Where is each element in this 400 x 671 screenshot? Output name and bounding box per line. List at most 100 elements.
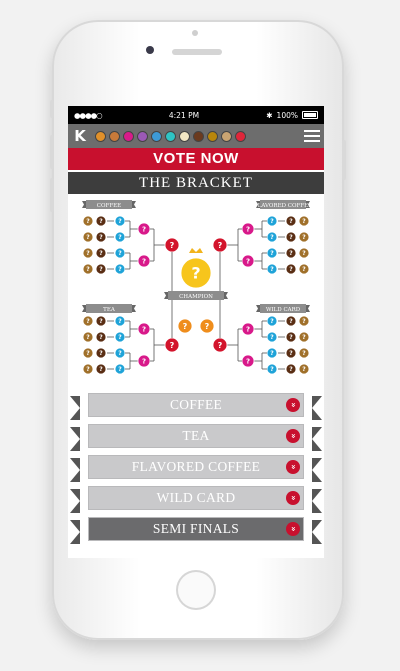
ribbon-tail-left <box>70 458 80 482</box>
chevron-down-icon[interactable]: » <box>286 522 300 536</box>
volume-up-button <box>50 135 54 169</box>
chevron-down-icon[interactable]: » <box>286 398 300 412</box>
seed-node-mark: ? <box>289 218 293 225</box>
wild-card-ribbon-text: WILD CARD <box>266 307 301 313</box>
ribbon-tail-left <box>70 489 80 513</box>
round1-node-mark: ? <box>118 250 122 257</box>
color-dot-1[interactable] <box>109 130 120 142</box>
category-label[interactable]: WILD CARD <box>88 486 304 510</box>
seed-node-mark: ? <box>86 218 90 225</box>
wild-card-ribbon-tail-left <box>256 305 260 312</box>
round2-node-mark: ? <box>246 357 250 365</box>
color-dot-8[interactable] <box>207 130 218 142</box>
flavored-coffee-ribbon-text: FLAVORED COFFEE <box>254 203 312 209</box>
ribbon-tail-left <box>70 396 80 420</box>
coffee-ribbon-tail-right <box>132 201 136 208</box>
bluetooth-icon: ✱ <box>266 110 273 120</box>
seed-node-mark: ? <box>99 318 103 325</box>
chevron-down-icon[interactable]: » <box>286 460 300 474</box>
tea-ribbon-tail-left <box>82 305 86 312</box>
seed-node-mark: ? <box>302 350 306 357</box>
chevron-down-icon[interactable]: » <box>286 429 300 443</box>
category-label[interactable]: TEA <box>88 424 304 448</box>
color-dot-0[interactable] <box>95 130 106 142</box>
color-dot-9[interactable] <box>221 130 232 142</box>
seed-node-mark: ? <box>302 218 306 225</box>
champion-node-mark: ? <box>191 264 200 283</box>
bracket-title: THE BRACKET <box>68 170 324 194</box>
category-label[interactable]: COFFEE <box>88 393 304 417</box>
vote-now-button[interactable]: VOTE NOW <box>68 148 324 170</box>
category-banner-0[interactable]: COFFEE» <box>68 393 324 420</box>
category-banner-3[interactable]: WILD CARD» <box>68 486 324 513</box>
seed-node-mark: ? <box>99 350 103 357</box>
ribbon-tail-right <box>312 520 322 544</box>
champion-ribbon-text: CHAMPION <box>179 294 213 300</box>
round1-node-mark: ? <box>270 350 274 357</box>
seed-node-mark: ? <box>289 334 293 341</box>
quarter-node-mark: ? <box>218 241 223 250</box>
earpiece-speaker <box>172 49 222 55</box>
champion-ribbon-tail-left <box>164 292 168 299</box>
seed-node-mark: ? <box>289 266 293 273</box>
round2-node-mark: ? <box>142 225 146 233</box>
seed-node-mark: ? <box>289 234 293 241</box>
round2-node-mark: ? <box>246 257 250 265</box>
round2-node-mark: ? <box>246 225 250 233</box>
quarter-node-mark: ? <box>170 341 175 350</box>
category-banner-2[interactable]: FLAVORED COFFEE» <box>68 455 324 482</box>
color-dot-4[interactable] <box>151 130 162 142</box>
round1-node-mark: ? <box>270 334 274 341</box>
ribbon-tail-right <box>312 427 322 451</box>
ribbon-tail-left <box>70 520 80 544</box>
bracket-diagram: COFFEE FLAVORED COFFEE TEA WILD CARD???????… <box>68 194 324 389</box>
category-label[interactable]: FLAVORED COFFEE <box>88 455 304 479</box>
seed-node-mark: ? <box>86 350 90 357</box>
seed-node-mark: ? <box>99 334 103 341</box>
battery-icon <box>302 111 318 119</box>
seed-node-mark: ? <box>302 250 306 257</box>
front-camera <box>146 46 154 54</box>
round2-node-mark: ? <box>142 357 146 365</box>
signal-indicator: ●●●●○ <box>74 110 103 120</box>
color-dot-5[interactable] <box>165 130 176 142</box>
category-banner-1[interactable]: TEA» <box>68 424 324 451</box>
seed-node-mark: ? <box>99 250 103 257</box>
seed-node-mark: ? <box>86 250 90 257</box>
round1-node-mark: ? <box>270 318 274 325</box>
seed-node-mark: ? <box>302 266 306 273</box>
volume-down-button <box>50 178 54 212</box>
category-list: COFFEE» TEA» FLAVORED COFFEE» WILD CARD» SEM… <box>68 389 324 544</box>
round2-node-mark: ? <box>142 325 146 333</box>
color-dot-7[interactable] <box>193 130 204 142</box>
round1-node-mark: ? <box>118 366 122 373</box>
category-label[interactable]: SEMI FINALS <box>88 517 304 541</box>
seed-node-mark: ? <box>289 250 293 257</box>
hamburger-menu-icon[interactable] <box>304 130 320 142</box>
round1-node-mark: ? <box>118 266 122 273</box>
color-dot-6[interactable] <box>179 130 190 142</box>
seed-node-mark: ? <box>86 234 90 241</box>
app-logo[interactable]: K <box>72 128 88 144</box>
color-filter-row <box>95 130 246 142</box>
coffee-ribbon-text: COFFEE <box>97 203 121 209</box>
battery-percent: 100% <box>276 110 298 120</box>
proximity-sensor <box>192 30 198 36</box>
chevron-down-icon[interactable]: » <box>286 491 300 505</box>
color-dot-3[interactable] <box>137 130 148 142</box>
seed-node-mark: ? <box>99 266 103 273</box>
color-dot-2[interactable] <box>123 130 134 142</box>
seed-node-mark: ? <box>86 334 90 341</box>
round1-node-mark: ? <box>270 218 274 225</box>
home-button[interactable] <box>176 570 216 610</box>
seed-node-mark: ? <box>99 218 103 225</box>
round1-node-mark: ? <box>270 250 274 257</box>
round1-node-mark: ? <box>118 350 122 357</box>
category-banner-4[interactable]: SEMI FINALS» <box>68 517 324 544</box>
ribbon-tail-left <box>70 427 80 451</box>
color-dot-10[interactable] <box>235 130 246 142</box>
seed-node-mark: ? <box>289 350 293 357</box>
seed-node-mark: ? <box>302 234 306 241</box>
semifinal-node-mark: ? <box>183 322 188 331</box>
ribbon-tail-right <box>312 396 322 420</box>
